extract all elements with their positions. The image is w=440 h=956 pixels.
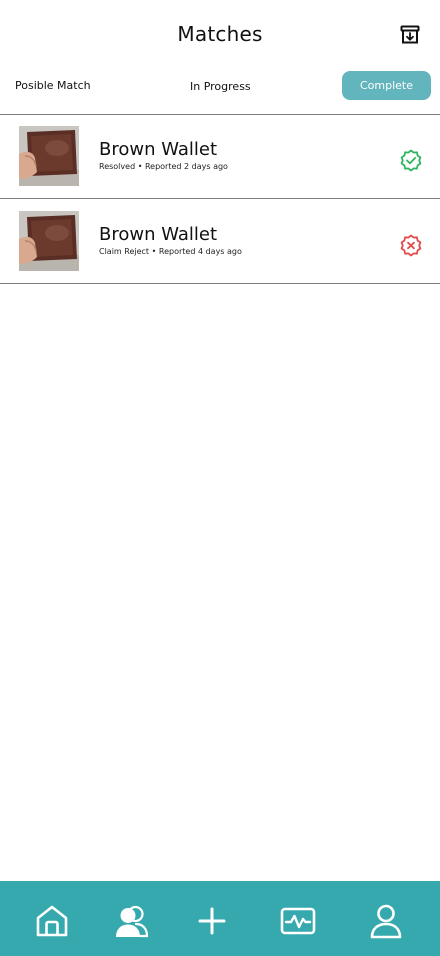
item-reported: Reported 2 days ago [144,162,228,171]
archive-download-button[interactable] [400,25,420,45]
profile-icon [370,904,402,939]
nav-people-button[interactable] [113,903,149,939]
wallet-thumbnail [19,126,79,186]
match-tabs: Posible Match In Progress Complete [0,70,440,115]
item-name: Brown Wallet [99,139,218,160]
tab-possible-match[interactable]: Posible Match [15,80,91,92]
list-item[interactable]: Brown Wallet Claim Reject • Reported 4 d… [0,199,440,284]
item-reported: Reported 4 days ago [158,247,242,256]
wallet-thumbnail [19,211,79,271]
item-status: Claim Reject [99,247,150,256]
meta-separator: • [151,247,157,256]
item-meta: Resolved • Reported 2 days ago [99,162,228,171]
nav-add-button[interactable] [194,903,230,939]
archive-download-icon [400,25,420,44]
tab-complete[interactable]: Complete [342,71,431,100]
item-name: Brown Wallet [99,224,218,245]
tab-complete-label: Complete [359,78,413,92]
verified-check-icon [399,149,423,173]
people-icon [116,905,149,938]
nav-activity-button[interactable] [280,903,316,939]
tab-in-progress[interactable]: In Progress [190,81,251,93]
bottom-navigation [0,881,440,956]
header: Matches [0,0,440,70]
list-item[interactable]: Brown Wallet Resolved • Reported 2 days … [0,114,440,199]
meta-separator: • [137,162,143,171]
match-list: Brown Wallet Resolved • Reported 2 days … [0,114,440,284]
home-icon [36,905,68,937]
item-meta: Claim Reject • Reported 4 days ago [99,247,242,256]
activity-icon [280,907,316,935]
item-status: Resolved [99,162,136,171]
nav-home-button[interactable] [34,903,70,939]
plus-icon [198,907,226,935]
nav-profile-button[interactable] [368,903,404,939]
page-title: Matches [177,22,263,46]
rejected-x-icon [399,234,423,258]
